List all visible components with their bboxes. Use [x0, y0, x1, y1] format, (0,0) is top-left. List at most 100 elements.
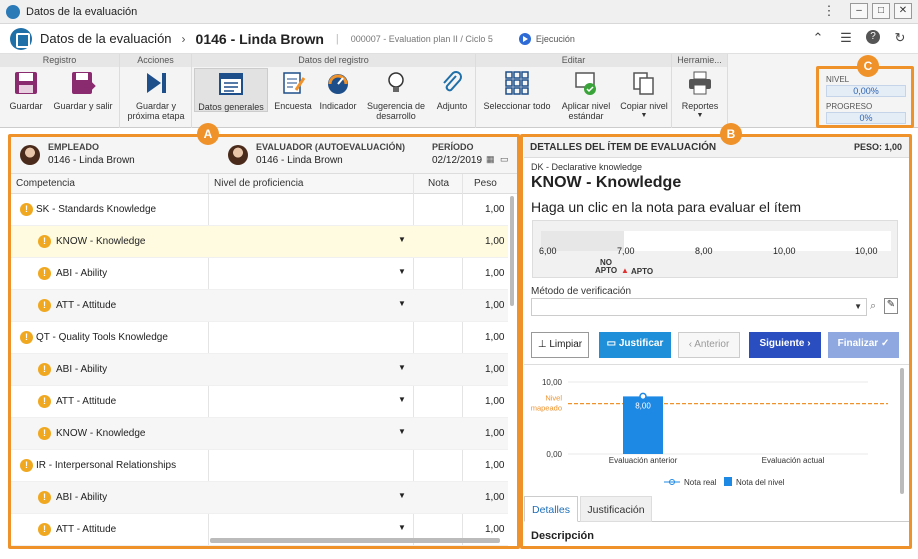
warning-icon: ! — [38, 491, 51, 504]
list-icon[interactable]: ☰ — [838, 30, 854, 46]
column-competencia[interactable]: Competencia — [16, 178, 75, 189]
justify-button[interactable]: ▭ Justificar — [599, 332, 671, 358]
chevron-down-icon: ▼ — [854, 302, 862, 311]
column-nivel[interactable]: Nivel de proficiencia — [214, 178, 304, 189]
verification-method-label: Método de verificación — [531, 286, 632, 297]
scale-tick[interactable]: 6,00 — [539, 246, 557, 256]
next-stage-icon — [147, 73, 166, 93]
summary-panel: NIVEL 0,00% PROGRESO 0% — [820, 70, 912, 125]
pencil-icon[interactable]: ✎ — [884, 298, 898, 314]
column-nota[interactable]: Nota — [428, 178, 449, 189]
grid-icon — [505, 71, 529, 95]
ribbon-toolbar: Registro Guardar Guardar y salir Accione… — [0, 54, 918, 128]
progress-label: PROGRESO — [826, 102, 873, 111]
triangle-marker-icon: ▲ — [621, 266, 629, 275]
tab-detalles[interactable]: Detalles — [524, 496, 578, 522]
save-button[interactable]: Guardar — [6, 70, 46, 111]
clear-button[interactable]: ⊥ Limpiar — [531, 332, 589, 358]
proficiency-dropdown[interactable]: ▼ — [398, 491, 406, 500]
scale-tick[interactable]: 10,00 — [773, 246, 796, 256]
save-and-exit-button[interactable]: Guardar y salir — [50, 70, 116, 111]
warning-icon: ! — [38, 299, 51, 312]
scale-tick[interactable]: 7,00 — [617, 246, 635, 256]
proficiency-dropdown[interactable]: ▼ — [398, 235, 406, 244]
apply-standard-level-button[interactable]: Aplicar nivel estándar — [558, 70, 614, 121]
evaluation-info: EMPLEADO 0146 - Linda Brown EVALUADOR (A… — [10, 136, 518, 174]
divider — [524, 364, 910, 365]
select-all-button[interactable]: Seleccionar todo — [480, 70, 554, 111]
employee-value: 0146 - Linda Brown — [48, 155, 135, 166]
table-row[interactable]: ! ATT - Attitude ▼ 1,00 — [10, 386, 508, 418]
proficiency-dropdown[interactable]: ▼ — [398, 427, 406, 436]
table-row[interactable]: ! ABI - Ability ▼ 1,00 — [10, 354, 508, 386]
evaluation-chart: 10,00 0,00 Nivelmapeado 8,00 Evaluación ante… — [531, 378, 888, 487]
binoculars-icon[interactable]: ⌕ — [870, 300, 876, 313]
indicator-button[interactable]: Indicador — [318, 70, 358, 111]
finish-button[interactable]: Finalizar ✓ — [828, 332, 899, 358]
grade-scale[interactable]: 6,00 7,00 8,00 10,00 10,00 NO APTO ▲ APTO — [532, 220, 898, 278]
previous-button[interactable]: ‹ Anterior — [678, 332, 740, 358]
warning-icon: ! — [38, 363, 51, 376]
development-suggestion-button[interactable]: Sugerencia de desarrollo — [364, 70, 428, 121]
paperclip-icon — [443, 71, 462, 92]
scale-tick[interactable]: 10,00 — [855, 246, 878, 256]
lightbulb-icon — [388, 72, 404, 92]
more-options-icon[interactable]: ⋮ — [822, 3, 836, 19]
table-row[interactable]: ! KNOW - Knowledge ▼ 1,00 — [10, 418, 508, 450]
table-row[interactable]: ! ABI - Ability ▼ 1,00 — [10, 258, 508, 290]
save-next-stage-button[interactable]: Guardar y próxima etapa — [124, 70, 188, 121]
proficiency-dropdown[interactable]: ▼ — [398, 267, 406, 276]
y-tick-label: 10,00 — [542, 378, 563, 387]
proficiency-dropdown[interactable]: ▼ — [398, 523, 406, 532]
attachment-button[interactable]: Adjunto — [432, 70, 472, 111]
save-icon — [15, 72, 37, 94]
tab-justificacion[interactable]: Justificación — [580, 496, 652, 522]
table-row[interactable]: ! IR - Interpersonal Relationships 1,00 — [10, 450, 508, 482]
warning-icon: ! — [38, 267, 51, 280]
proficiency-dropdown[interactable]: ▼ — [398, 363, 406, 372]
warning-icon: ! — [38, 395, 51, 408]
form-icon — [219, 73, 243, 95]
close-button[interactable]: ✕ — [894, 3, 912, 19]
group-registro: Registro Guardar Guardar y salir — [0, 54, 120, 128]
group-label: Herramie... — [672, 54, 727, 67]
verification-method-select[interactable]: ▼ — [531, 298, 867, 316]
vertical-scrollbar[interactable] — [900, 368, 904, 494]
reports-button[interactable]: Reportes ▼ — [676, 70, 724, 121]
calendar-icon[interactable]: ▦ — [486, 154, 495, 165]
general-data-button[interactable]: Datos generales — [194, 68, 268, 112]
reference-label: Nivel — [545, 394, 562, 403]
period-value: 02/12/2019 — [432, 155, 483, 166]
group-label: Editar — [476, 54, 671, 67]
detail-tabs: Detalles Justificación — [524, 494, 910, 522]
table-row[interactable]: ! ABI - Ability ▼ 1,00 — [10, 482, 508, 514]
page-header: Datos de la evaluación › 0146 - Linda Br… — [0, 24, 918, 54]
next-button[interactable]: Siguiente › — [749, 332, 821, 358]
table-row[interactable]: ! KNOW - Knowledge ▼ 1,00 — [10, 226, 508, 258]
vertical-scrollbar[interactable] — [510, 196, 514, 306]
column-peso[interactable]: Peso — [474, 178, 497, 189]
evaluation-icon — [10, 27, 32, 50]
warning-icon: ! — [20, 459, 33, 472]
proficiency-dropdown[interactable]: ▼ — [398, 395, 406, 404]
table-row[interactable]: ! QT - Quality Tools Knowledge 1,00 — [10, 322, 508, 354]
breadcrumb-root[interactable]: Datos de la evaluación — [40, 31, 172, 46]
survey-button[interactable]: Encuesta — [272, 70, 314, 111]
competency-panel: EMPLEADO 0146 - Linda Brown EVALUADOR (A… — [10, 136, 518, 546]
refresh-icon[interactable]: ↻ — [892, 30, 908, 46]
scale-tick[interactable]: 8,00 — [695, 246, 713, 256]
table-row[interactable]: ! SK - Standards Knowledge 1,00 — [10, 194, 508, 226]
reference-label: mapeado — [531, 404, 562, 413]
proficiency-dropdown[interactable]: ▼ — [398, 299, 406, 308]
maximize-button[interactable]: □ — [872, 3, 890, 19]
minimize-button[interactable]: – — [850, 3, 868, 19]
comment-icon[interactable]: ▭ — [500, 154, 509, 165]
table-row[interactable]: ! ATT - Attitude ▼ 1,00 — [10, 290, 508, 322]
divider: | — [335, 32, 339, 45]
horizontal-scrollbar[interactable] — [210, 538, 500, 543]
help-icon[interactable]: ? — [866, 30, 880, 44]
collapse-icon[interactable]: ⌃ — [810, 30, 826, 46]
item-details-panel: DETALLES DEL ÍTEM DE EVALUACIÓN PESO: 1,… — [524, 136, 910, 546]
warning-icon: ! — [38, 235, 51, 248]
copy-level-button[interactable]: Copiar nivel ▼ — [618, 70, 670, 121]
